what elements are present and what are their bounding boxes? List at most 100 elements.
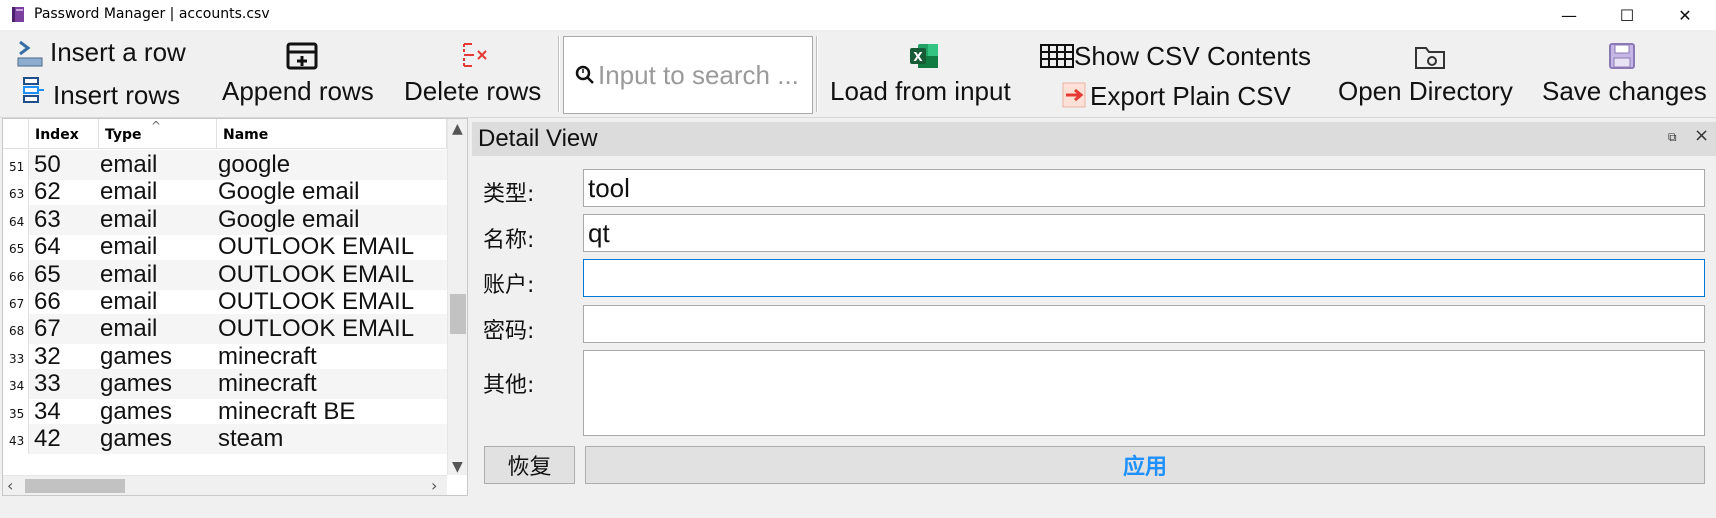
maximize-button[interactable]: ☐ [1598, 0, 1656, 30]
table-corner [3, 119, 29, 149]
cell-name: minecraft [218, 370, 317, 398]
cell-name: OUTLOOK EMAIL [218, 260, 415, 288]
row-number: 67 [3, 287, 29, 317]
name-label: 名称: [483, 228, 535, 253]
cell-name: minecraft [218, 342, 317, 370]
row-number: 35 [3, 396, 29, 427]
table-row[interactable]: 66 65 email OUTLOOK EMAIL [3, 259, 447, 290]
delete-rows-button[interactable]: Delete rows [402, 34, 552, 114]
password-input[interactable] [583, 305, 1705, 343]
table-row[interactable]: 33 32 games minecraft [3, 341, 447, 372]
save-disk-icon [1609, 43, 1635, 69]
save-changes-label: Save changes [1542, 76, 1707, 106]
row-number: 33 [3, 341, 29, 372]
insert-row-button[interactable]: Insert a row [14, 34, 194, 70]
minimize-button[interactable]: — [1540, 0, 1598, 30]
toolbar-separator [558, 36, 560, 112]
svg-text:X: X [913, 50, 923, 64]
delete-rows-icon [463, 43, 487, 67]
cell-name: google [218, 151, 291, 178]
row-number: 43 [3, 424, 29, 454]
dock-float-icon[interactable]: ⧉ [1668, 130, 1677, 145]
row-number: 64 [3, 204, 29, 235]
row-number: 65 [3, 232, 29, 263]
cell-index: 67 [34, 315, 61, 343]
table-row[interactable]: 67 66 email OUTLOOK EMAIL [3, 287, 447, 317]
insert-rows-button[interactable]: Insert rows [18, 74, 198, 110]
excel-icon: X [910, 44, 938, 68]
cell-name: Google email [218, 178, 360, 206]
cell-index: 34 [34, 397, 61, 425]
insert-rows-label: Insert rows [53, 80, 181, 110]
dock-close-icon[interactable]: × [1694, 125, 1709, 146]
load-from-input-label: Load from input [830, 76, 1011, 106]
restore-button[interactable]: 恢复 [484, 446, 575, 484]
row-number: 34 [3, 369, 29, 400]
other-textarea[interactable] [583, 350, 1705, 436]
horizontal-scroll-thumb[interactable] [25, 479, 125, 493]
vertical-scrollbar[interactable]: ▲ ▼ [447, 119, 467, 475]
cell-index: 32 [34, 342, 61, 370]
scroll-down-icon[interactable]: ▼ [452, 459, 463, 475]
cell-type: email [100, 151, 158, 178]
scroll-up-icon[interactable]: ▲ [452, 121, 463, 137]
name-input[interactable] [583, 214, 1705, 252]
table-row[interactable]: 43 42 games steam [3, 424, 447, 454]
table-row[interactable]: 35 34 games minecraft BE [3, 396, 447, 427]
table-row[interactable]: 68 67 email OUTLOOK EMAIL [3, 314, 447, 345]
column-header-index[interactable]: Index [29, 119, 99, 149]
show-csv-label: Show CSV Contents [1074, 41, 1312, 71]
cell-type: games [100, 370, 173, 398]
cell-index: 50 [34, 151, 61, 178]
scroll-right-icon[interactable]: › [431, 476, 437, 495]
accounts-table[interactable]: Index Type ^ Name 51 50 email google 63 62 ema… [2, 118, 468, 496]
append-rows-button[interactable]: Append rows [220, 34, 385, 114]
cell-index: 33 [34, 370, 61, 398]
cell-index: 64 [34, 233, 61, 261]
window-title: Password Manager | accounts.csv [34, 6, 270, 22]
export-csv-label: Export Plain CSV [1090, 81, 1291, 111]
toolbar-separator [816, 36, 818, 112]
cell-name: OUTLOOK EMAIL [218, 288, 415, 315]
cell-type: games [100, 425, 173, 452]
row-number: 63 [3, 177, 29, 208]
delete-rows-label: Delete rows [404, 76, 542, 106]
export-csv-button[interactable]: Export Plain CSV [1060, 78, 1310, 114]
account-input[interactable] [583, 259, 1705, 297]
apply-button[interactable]: 应用 [585, 446, 1705, 484]
table-row[interactable]: 63 62 email Google email [3, 177, 447, 208]
type-input[interactable] [583, 169, 1705, 207]
open-directory-button[interactable]: Open Directory [1334, 34, 1524, 114]
table-row[interactable]: 64 63 email Google email [3, 204, 447, 235]
cell-type: games [100, 397, 173, 425]
close-button[interactable]: ✕ [1656, 0, 1714, 30]
search-box[interactable] [563, 36, 813, 114]
password-label: 密码: [483, 319, 535, 344]
export-arrow-icon [1062, 82, 1086, 108]
show-csv-button[interactable]: Show CSV Contents [1040, 38, 1312, 74]
detail-view-title: Detail View [478, 125, 598, 152]
insert-row-label: Insert a row [50, 37, 186, 67]
save-changes-button[interactable]: Save changes [1538, 34, 1710, 114]
cell-name: OUTLOOK EMAIL [218, 315, 415, 343]
cell-name: minecraft BE [218, 397, 356, 425]
cell-type: email [100, 288, 158, 315]
insert-row-icon [17, 40, 43, 67]
append-rows-label: Append rows [222, 76, 374, 106]
cell-index: 42 [34, 425, 61, 452]
folder-icon [1415, 47, 1445, 69]
vertical-scroll-thumb[interactable] [450, 294, 466, 334]
search-icon [575, 65, 594, 84]
column-header-name[interactable]: Name [217, 119, 447, 149]
insert-rows-icon [23, 77, 44, 103]
table-row[interactable]: 65 64 email OUTLOOK EMAIL [3, 232, 447, 263]
load-from-input-button[interactable]: X Load from input [826, 34, 1026, 114]
horizontal-scrollbar[interactable]: ‹ › [3, 475, 447, 495]
scroll-left-icon[interactable]: ‹ [7, 476, 13, 495]
cell-name: steam [218, 425, 284, 452]
cell-type: email [100, 205, 158, 233]
table-row[interactable]: 34 33 games minecraft [3, 369, 447, 400]
table-row[interactable]: 51 50 email google [3, 150, 447, 180]
cell-name: OUTLOOK EMAIL [218, 233, 415, 261]
search-input[interactable] [598, 57, 810, 93]
